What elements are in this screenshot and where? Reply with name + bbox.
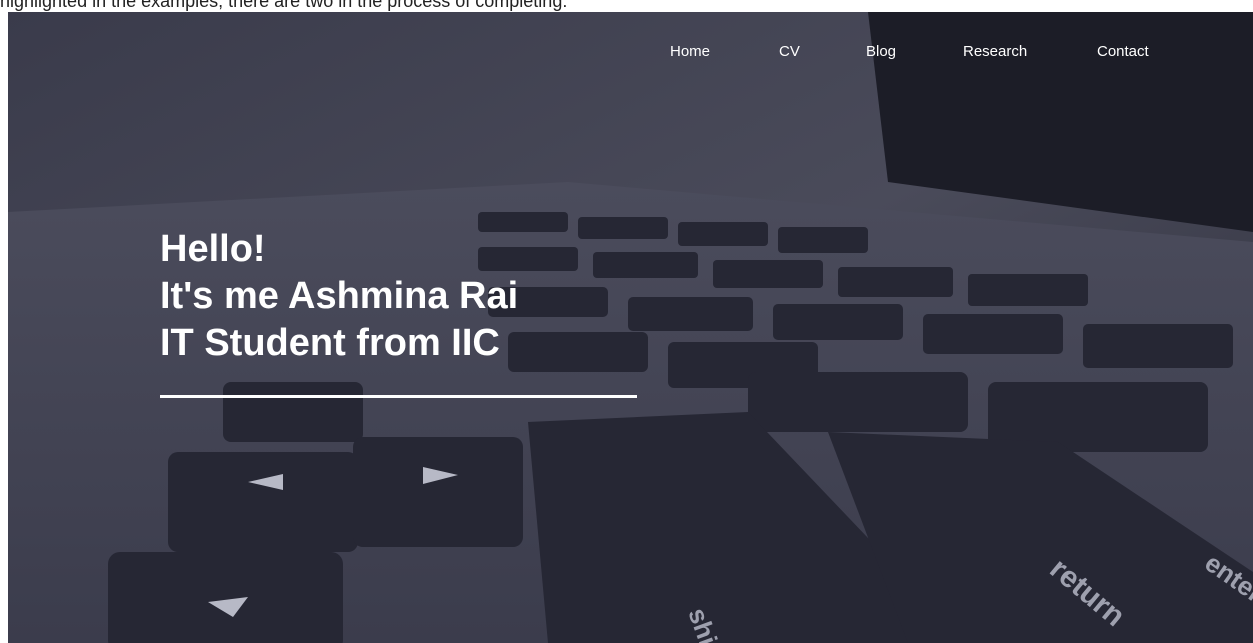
hero-underline <box>160 395 637 398</box>
nav-research-link[interactable]: Research <box>963 43 1027 60</box>
hero-name: It's me Ashmina Rai <box>160 275 519 317</box>
hero-section: shift return enter Home CV Blog Research C… <box>8 12 1253 643</box>
hero-intro: Hello! It's me Ashmina Rai IT Student fr… <box>160 226 637 398</box>
hero-role: IT Student from IIC <box>160 322 500 364</box>
clipped-text: highlighted in the examples, there are t… <box>0 0 568 11</box>
nav-blog-link[interactable]: Blog <box>866 43 896 60</box>
top-clipped-strip: highlighted in the examples, there are t… <box>0 0 1253 12</box>
nav-cv-link[interactable]: CV <box>779 43 800 60</box>
nav-home-link[interactable]: Home <box>670 43 710 60</box>
hero-greeting: Hello! <box>160 228 266 270</box>
nav-contact-link[interactable]: Contact <box>1097 43 1149 60</box>
